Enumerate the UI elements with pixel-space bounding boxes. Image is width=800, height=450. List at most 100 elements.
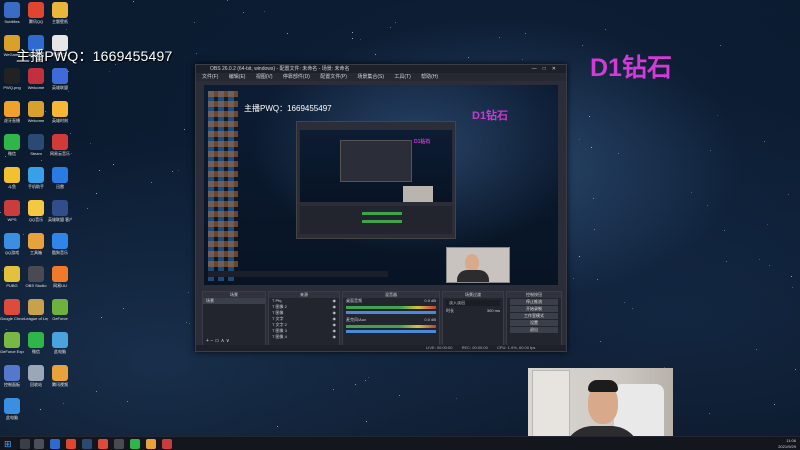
star bbox=[709, 413, 710, 414]
maximize-icon[interactable]: □ bbox=[543, 66, 552, 72]
desktop-icon[interactable]: Google Chrome bbox=[0, 299, 24, 321]
exit-button[interactable]: 退出 bbox=[510, 327, 558, 333]
visibility-eye-icon[interactable]: ◉ bbox=[333, 334, 337, 340]
settings-button[interactable]: 设置 bbox=[510, 320, 558, 326]
desktop-icon[interactable]: 虎牙直播 bbox=[0, 101, 24, 123]
streamer-qq-overlay: 主播PWQ：1669455497 bbox=[16, 48, 173, 64]
taskbar-obs-icon[interactable] bbox=[114, 439, 124, 449]
desktop-icon[interactable]: 工具箱 bbox=[24, 233, 48, 255]
desktop-icon[interactable]: Steam bbox=[24, 134, 48, 156]
transitions-panel: 场景过渡 淡入淡出 时长 300 ms bbox=[442, 291, 504, 347]
desktop-icon[interactable]: PWQ.png bbox=[0, 68, 24, 90]
mixer-channel-2-label: 麦克风/Aux bbox=[346, 317, 367, 322]
preview-desktop-icons bbox=[208, 91, 238, 281]
desktop-icon-label: 手机助手 bbox=[28, 184, 44, 189]
clock-date[interactable]: 2021/9/29 bbox=[778, 444, 796, 450]
studio-mode-button[interactable]: 工作室模式 bbox=[510, 313, 558, 319]
desktop-icon[interactable]: Welcome bbox=[24, 68, 48, 90]
menu-help[interactable]: 帮助(H) bbox=[421, 74, 438, 80]
transition-select[interactable]: 淡入淡出 bbox=[446, 300, 500, 306]
obs-preview[interactable]: 主播PWQ：1669455497 D1钻石 D1钻石 bbox=[204, 85, 558, 285]
desktop-icon[interactable]: 主题壁纸 bbox=[48, 2, 72, 24]
preview-webcam-body bbox=[457, 270, 489, 282]
star bbox=[589, 116, 590, 117]
remove-icon[interactable]: − bbox=[210, 338, 213, 344]
menu-file[interactable]: 文件(F) bbox=[202, 74, 218, 80]
transition-duration-value[interactable]: 300 ms bbox=[487, 308, 500, 314]
desktop-icon[interactable]: 控制面板 bbox=[0, 365, 24, 387]
close-icon[interactable]: ✕ bbox=[552, 66, 562, 72]
add-icon[interactable]: + bbox=[206, 338, 209, 344]
app-icon bbox=[28, 68, 44, 84]
down-icon[interactable]: ∨ bbox=[226, 338, 230, 344]
desktop-icon[interactable]: 网易UU bbox=[48, 266, 72, 288]
desktop-icon[interactable]: 此电脑 bbox=[0, 398, 24, 420]
volume-slider-1[interactable] bbox=[346, 311, 436, 314]
desktop-icon-label: GeForce Experience bbox=[0, 349, 24, 354]
desktop-icon[interactable]: Welcome bbox=[24, 101, 48, 123]
audio-meter-1 bbox=[346, 306, 436, 309]
live-timer: LIVE: 00:00:00 bbox=[426, 345, 453, 350]
desktop-icon[interactable]: 回收站 bbox=[24, 365, 48, 387]
up-icon[interactable]: ∧ bbox=[221, 338, 225, 344]
taskbar-chrome-icon[interactable] bbox=[98, 439, 108, 449]
desktop-icon[interactable]: 腾讯QQ bbox=[24, 2, 48, 24]
task-view-icon[interactable] bbox=[34, 439, 44, 449]
desktop-icon[interactable]: Subtitles bbox=[0, 2, 24, 24]
filter-icon[interactable]: ▭ bbox=[215, 338, 220, 344]
star bbox=[618, 153, 619, 154]
controls-panel: 控制按钮 停止推流 开始录制 工作室模式 设置 退出 bbox=[506, 291, 562, 347]
star bbox=[522, 59, 523, 60]
stop-streaming-button[interactable]: 停止推流 bbox=[510, 299, 558, 305]
start-icon[interactable]: ⊞ bbox=[4, 439, 14, 449]
desktop-icon[interactable]: 迅雷 bbox=[48, 167, 72, 189]
desktop-icon[interactable]: 英雄联盟 bbox=[48, 68, 72, 90]
desktop-icon[interactable]: League of Legends bbox=[24, 299, 48, 321]
nested-obs-inner bbox=[340, 140, 412, 182]
desktop-icon[interactable]: 斗鱼 bbox=[0, 167, 24, 189]
menu-profile[interactable]: 配置文件(P) bbox=[320, 74, 347, 80]
menu-scene-collection[interactable]: 场景集合(S) bbox=[357, 74, 384, 80]
desktop-icon[interactable]: 酷狗音乐 bbox=[48, 233, 72, 255]
desktop-icon[interactable]: 此电脑 bbox=[48, 332, 72, 354]
desktop-icon[interactable]: 英雄联盟 客户端 bbox=[48, 200, 72, 222]
rank-overlay: D1钻石 bbox=[590, 54, 672, 82]
desktop-icon[interactable]: 微信 bbox=[0, 134, 24, 156]
taskbar-app-4-icon[interactable] bbox=[146, 439, 156, 449]
taskbar-wechat-icon[interactable] bbox=[130, 439, 140, 449]
desktop-icon[interactable]: GeForce Experience bbox=[0, 332, 24, 354]
scene-item[interactable]: 场景 bbox=[203, 298, 265, 304]
desktop-icon[interactable]: WPS bbox=[0, 200, 24, 222]
source-item[interactable]: T 图像 4 ◉ bbox=[269, 334, 339, 340]
menu-view[interactable]: 视图(V) bbox=[256, 74, 273, 80]
start-recording-button[interactable]: 开始录制 bbox=[510, 306, 558, 312]
desktop-icon[interactable]: 网易云音乐 bbox=[48, 134, 72, 156]
menu-docks[interactable]: 停靠部件(D) bbox=[283, 74, 310, 80]
desktop-icon-label: 回收站 bbox=[30, 382, 42, 387]
taskbar-app-1-icon[interactable] bbox=[50, 439, 60, 449]
desktop-icon[interactable]: 微信 bbox=[24, 332, 48, 354]
taskbar-app-3-icon[interactable] bbox=[82, 439, 92, 449]
desktop-icon[interactable]: PUBG bbox=[0, 266, 24, 288]
preview-nested-obs: D1钻石 bbox=[296, 121, 456, 239]
taskbar-app-2-icon[interactable] bbox=[66, 439, 76, 449]
menu-edit[interactable]: 编辑(E) bbox=[229, 74, 246, 80]
obs-titlebar: OBS 26.0.2 (64-bit, windows) - 配置文件: 未命名… bbox=[196, 65, 566, 73]
star bbox=[264, 11, 265, 12]
app-icon bbox=[4, 2, 20, 18]
minimize-icon[interactable]: — bbox=[532, 66, 543, 72]
desktop-icon[interactable]: OBS Studio bbox=[24, 266, 48, 288]
desktop-icon[interactable]: QQ音乐 bbox=[24, 200, 48, 222]
search-icon[interactable] bbox=[20, 439, 30, 449]
desktop-icon[interactable]: 手机助手 bbox=[24, 167, 48, 189]
star bbox=[109, 71, 110, 72]
star bbox=[368, 377, 369, 378]
desktop-icon[interactable]: 英雄时刻 bbox=[48, 101, 72, 123]
desktop-icon[interactable]: QQ游戏 bbox=[0, 233, 24, 255]
desktop-icon[interactable]: 腾讯视频 bbox=[48, 365, 72, 387]
menu-tools[interactable]: 工具(T) bbox=[394, 74, 410, 80]
controls-header: 控制按钮 bbox=[507, 292, 561, 298]
taskbar-app-5-icon[interactable] bbox=[162, 439, 172, 449]
volume-slider-2[interactable] bbox=[346, 330, 436, 333]
desktop-icon[interactable]: GeForce bbox=[48, 299, 72, 321]
